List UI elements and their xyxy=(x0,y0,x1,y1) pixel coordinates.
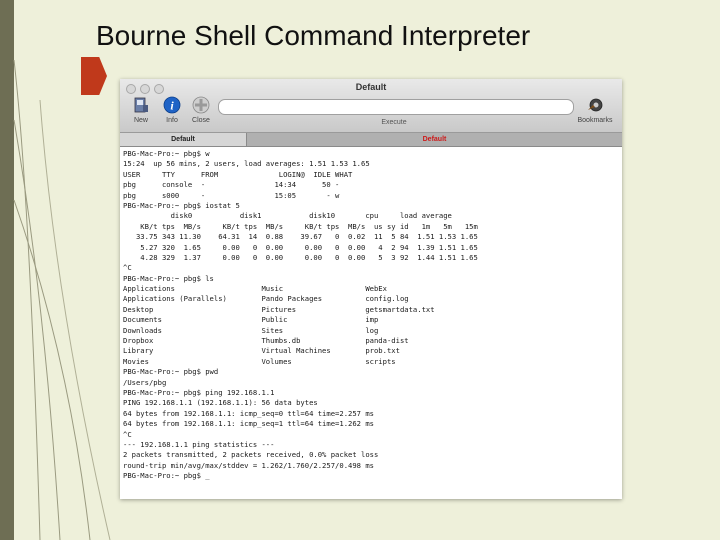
bookmarks-button[interactable]: Bookmarks xyxy=(572,96,618,124)
terminal-line: PBG-Mac-Pro:~ pbg$ ping 192.168.1.1 xyxy=(123,387,275,397)
bookmarks-button-label: Bookmarks xyxy=(577,117,613,124)
terminal-line: 4.28 329 1.37 0.00 0 0.00 0.00 0 0.00 5 … xyxy=(123,252,478,262)
slide-title: Bourne Shell Command Interpreter xyxy=(96,20,531,51)
terminal-line: Documents Public imp xyxy=(123,315,379,325)
terminal-line: USER TTY FROM LOGIN@ IDLE WHAT xyxy=(123,169,353,179)
terminal-line: PBG-Mac-Pro:~ pbg$ w xyxy=(123,149,210,158)
terminal-line: ^C xyxy=(123,429,132,439)
terminal-line: Applications Music WebEx xyxy=(123,284,387,294)
terminal-line: Downloads Sites log xyxy=(123,325,379,335)
terminal-line: 64 bytes from 192.168.1.1: icmp_seq=0 tt… xyxy=(123,408,374,418)
terminal-line: Movies Volumes scripts xyxy=(123,356,396,366)
terminal-line: PBG-Mac-Pro:~ pbg$ _ xyxy=(123,471,210,481)
terminal-line: disk0 disk1 disk10 cpu load average xyxy=(123,211,452,221)
terminal-line: 5.27 320 1.65 0.00 0 0.00 0.00 0 0.00 4 … xyxy=(123,242,478,252)
info-icon: i xyxy=(163,96,181,114)
new-button[interactable]: New xyxy=(126,96,156,124)
terminal-line: pbg s000 - 15:05 - w xyxy=(123,190,340,200)
terminal-line: 2 packets transmitted, 2 packets receive… xyxy=(123,450,379,460)
terminal-line: PING 192.168.1.1 (192.168.1.1): 56 data … xyxy=(123,398,318,408)
terminal-line: Library Virtual Machines prob.txt xyxy=(123,346,400,356)
info-button-label: Info xyxy=(166,117,178,124)
terminal-line: 64 bytes from 192.168.1.1: icmp_seq=1 tt… xyxy=(123,419,374,429)
terminal-line: Applications (Parallels) Pando Packages … xyxy=(123,294,409,304)
terminal-line: --- 192.168.1.1 ping statistics --- xyxy=(123,439,275,449)
terminal-line: Dropbox Thumbs.db panda-dist xyxy=(123,336,409,346)
tab-default-active[interactable]: Default xyxy=(120,133,247,146)
terminal-line: PBG-Mac-Pro:~ pbg$ iostat 5 xyxy=(123,200,240,210)
new-button-label: New xyxy=(133,117,148,124)
bookmarks-gear-icon xyxy=(588,98,603,112)
new-terminal-icon xyxy=(134,97,148,113)
terminal-output[interactable]: PBG-Mac-Pro:~ pbg$ w 15:24 up 56 mins, 2 … xyxy=(120,147,622,482)
terminal-window: Default New i Info Close Execute Bookmar… xyxy=(120,79,622,499)
window-title: Default xyxy=(355,82,387,92)
terminal-line: PBG-Mac-Pro:~ pbg$ pwd xyxy=(123,367,219,377)
terminal-line: Desktop Pictures getsmartdata.txt xyxy=(123,304,435,314)
terminal-line: 33.75 343 11.30 64.31 14 0.88 39.67 0 0.… xyxy=(123,232,478,242)
window-titlebar: Default New i Info Close Execute Bookmar… xyxy=(120,79,622,133)
close-button-label: Close xyxy=(192,117,210,124)
info-button[interactable]: i Info xyxy=(157,96,187,124)
close-button[interactable]: Close xyxy=(186,96,216,124)
close-icon xyxy=(192,96,210,114)
terminal-line: round-trip min/avg/max/stddev = 1.262/1.… xyxy=(123,460,374,470)
terminal-line: ^C xyxy=(123,263,132,273)
terminal-line: PBG-Mac-Pro:~ pbg$ ls xyxy=(123,273,214,283)
terminal-line: 15:24 up 56 mins, 2 users, load averages… xyxy=(123,159,370,169)
tab-bar: Default Default xyxy=(120,133,622,147)
terminal-line: pbg console - 14:34 50 - xyxy=(123,180,340,190)
terminal-line: /Users/pbg xyxy=(123,377,167,387)
terminal-line: KB/t tps MB/s KB/t tps MB/s KB/t tps MB/… xyxy=(123,221,478,231)
command-input[interactable] xyxy=(218,99,574,115)
tab-default-inactive[interactable]: Default xyxy=(247,133,622,146)
execute-label: Execute xyxy=(381,119,407,126)
